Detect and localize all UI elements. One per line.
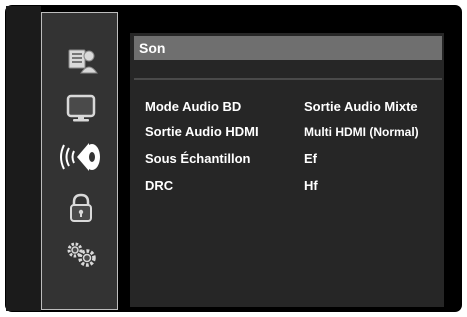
divider bbox=[134, 78, 442, 80]
tv-display-icon bbox=[66, 94, 95, 122]
option-label-drc[interactable]: DRC bbox=[145, 178, 173, 193]
panel-title: Son bbox=[134, 36, 442, 60]
option-label-mode-audio-bd[interactable]: Mode Audio BD bbox=[145, 99, 241, 114]
option-label-sortie-audio-hdmi[interactable]: Sortie Audio HDMI bbox=[145, 124, 259, 139]
sidebar-item-audio[interactable] bbox=[42, 137, 119, 177]
left-margin bbox=[6, 6, 41, 311]
option-value-mode-audio-bd[interactable]: Sortie Audio Mixte bbox=[304, 99, 418, 114]
option-value-sortie-audio-hdmi[interactable]: Multi HDMI (Normal) bbox=[304, 125, 419, 139]
disc-info-icon bbox=[68, 49, 98, 74]
setup-menu-sidebar bbox=[41, 12, 118, 310]
sidebar-item-lock[interactable] bbox=[42, 188, 119, 228]
option-label-sous-echantillon[interactable]: Sous Échantillon bbox=[145, 151, 250, 166]
settings-panel bbox=[130, 33, 444, 307]
option-value-sous-echantillon[interactable]: Ef bbox=[304, 151, 317, 166]
speaker-audio-icon bbox=[59, 143, 100, 171]
option-value-drc[interactable]: Hf bbox=[304, 178, 318, 193]
sidebar-item-settings[interactable] bbox=[42, 234, 119, 274]
lock-icon bbox=[69, 193, 92, 222]
sidebar-item-disc-info[interactable] bbox=[42, 40, 119, 80]
gears-icon bbox=[67, 242, 96, 267]
sidebar-item-display[interactable] bbox=[42, 88, 119, 128]
